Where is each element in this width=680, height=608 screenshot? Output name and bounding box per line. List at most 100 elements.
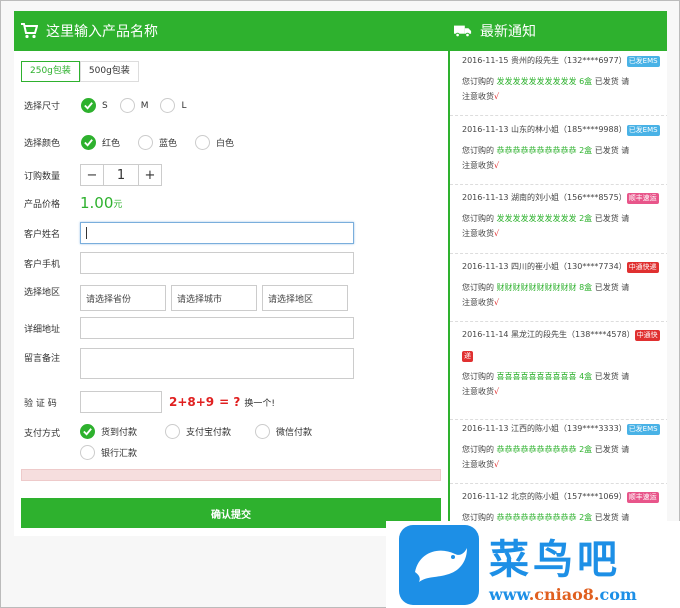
phone-label: 客户手机 (24, 259, 61, 270)
shipping-badge: 顺丰速运 (626, 193, 659, 204)
captcha-refresh-link[interactable]: 换一个! (244, 396, 275, 409)
news-date: 2016-11-13 (462, 424, 509, 433)
note-textarea[interactable] (80, 348, 354, 379)
news-notice: 注意收货 (462, 387, 494, 396)
watermark-logo: 菜鸟吧 www.cniao8.com (386, 521, 680, 608)
news-text: 您订购的 (462, 214, 494, 223)
news-notice: 注意收货 (462, 92, 494, 101)
price-value: 1.00 (80, 194, 114, 212)
divider (450, 483, 667, 484)
shipping-badge-cont: 递 (462, 351, 473, 362)
name-row: 客户姓名 (24, 222, 354, 244)
captcha-input[interactable] (80, 391, 162, 413)
tick-icon: √ (494, 229, 500, 238)
url-part: .cniao8. (528, 584, 600, 604)
product-title: 这里输入产品名称 (46, 24, 158, 40)
news-product: 喜喜喜喜喜喜喜喜喜喜 (496, 372, 577, 381)
tab-250g[interactable]: 250g包装 (21, 61, 80, 82)
news-date: 2016-11-13 (462, 262, 509, 271)
news-item: 2016-11-13 湖南的刘小姐（156****8575） 顺丰速运 您订购的 … (462, 190, 662, 241)
qty-plus-button[interactable]: + (138, 165, 161, 185)
news-item: 2016-11-13 山东的林小姐（185****9988） 已发EMS 您订购的… (462, 122, 662, 173)
name-label: 客户姓名 (24, 229, 61, 240)
shipping-badge: 中通快 (634, 330, 660, 341)
news-status: 已发货 请 (594, 146, 630, 155)
note-row: 留言备注 (24, 348, 354, 379)
size-label: 选择尺寸 (24, 102, 61, 112)
news-date: 2016-11-13 (462, 125, 509, 134)
news-status: 已发货 请 (594, 372, 630, 381)
news-status: 已发货 请 (594, 77, 630, 86)
color-option-blue[interactable]: 蓝色 (138, 135, 177, 150)
news-panel: 最新通知 2016-11-15 贵州的段先生（132****6977） 已发EMS… (448, 11, 667, 536)
news-qty: 6盒 (579, 77, 593, 86)
news-qty: 2盒 (579, 214, 593, 223)
tab-500g[interactable]: 500g包装 (79, 61, 139, 82)
news-product: 发发发发发发发发发发 (496, 77, 577, 86)
region-label: 选择地区 (24, 288, 61, 298)
submit-button[interactable]: 确认提交 (21, 498, 441, 528)
pay-bank[interactable]: 银行汇款 (80, 445, 137, 460)
news-item: 2016-11-13 江西的陈小姐（139****3333） 已发EMS 您订购的… (462, 421, 662, 472)
url-part: www (489, 584, 529, 604)
province-select[interactable]: 请选择省份 (80, 285, 166, 311)
news-notice: 注意收货 (462, 298, 494, 307)
news-date: 2016-11-15 (462, 56, 509, 65)
news-status: 已发货 请 (594, 445, 630, 454)
captcha-label: 验 证 码 (24, 398, 57, 409)
news-text: 您订购的 (462, 372, 494, 381)
color-option-white[interactable]: 白色 (195, 135, 234, 150)
qty-input[interactable]: 1 (104, 165, 138, 185)
address-input[interactable] (80, 317, 354, 339)
pay-alipay[interactable]: 支付宝付款 (165, 424, 231, 439)
captcha-eq: = ? (219, 395, 241, 409)
size-option-s[interactable]: S (81, 98, 108, 113)
size-option-m[interactable]: M (119, 98, 149, 113)
news-text: 您订购的 (462, 146, 494, 155)
news-date: 2016-11-13 (462, 193, 509, 202)
url-part: com (599, 584, 637, 604)
payment-row: 支付方式 货到付款 支付宝付款 微信付款 银行汇款 (24, 424, 340, 460)
cart-icon (20, 22, 38, 40)
tick-icon: √ (494, 92, 500, 101)
news-item: 2016-11-12 北京的陈小姐（157****1069） 顺丰速运 您订购的 … (462, 489, 662, 525)
pay-cod[interactable]: 货到付款 (80, 424, 137, 439)
news-header: 最新通知 (450, 11, 667, 51)
news-date: 2016-11-14 (462, 330, 509, 339)
package-tabs: 250g包装 500g包装 (21, 61, 448, 82)
form-header: 这里输入产品名称 (14, 11, 448, 51)
payment-label: 支付方式 (24, 429, 61, 439)
news-date: 2016-11-12 (462, 492, 509, 501)
size-s-label: S (102, 100, 108, 111)
news-product: 发发发发发发发发发发 (496, 214, 577, 223)
shipping-badge: 已发EMS (626, 424, 660, 435)
city-select[interactable]: 请选择城市 (171, 285, 257, 311)
news-qty: 4盒 (579, 372, 593, 381)
color-option-red[interactable]: 红色 (81, 135, 120, 150)
news-customer: 四川的崔小姐（130****7734） (511, 262, 627, 271)
qty-minus-button[interactable]: − (81, 165, 104, 185)
news-title: 最新通知 (480, 24, 536, 40)
district-select[interactable]: 请选择地区 (262, 285, 348, 311)
news-text: 您订购的 (462, 283, 494, 292)
shipping-badge: 已发EMS (626, 56, 660, 67)
radio-icon (165, 424, 181, 439)
size-m-label: M (140, 100, 149, 111)
news-customer: 贵州的段先生（132****6977） (511, 56, 627, 65)
news-customer: 江西的陈小姐（139****3333） (511, 424, 627, 433)
size-row: 选择尺寸 S M L (24, 98, 199, 113)
pay-wechat[interactable]: 微信付款 (255, 424, 312, 439)
price-unit: 元 (113, 199, 123, 210)
size-option-l[interactable]: L (160, 98, 187, 113)
news-status: 已发货 请 (594, 283, 630, 292)
address-row: 详细地址 (24, 317, 354, 339)
name-input[interactable] (80, 222, 354, 244)
qty-label: 订购数量 (24, 171, 61, 182)
news-text: 您订购的 (462, 445, 494, 454)
pay-alipay-label: 支付宝付款 (186, 428, 232, 438)
news-customer: 山东的林小姐（185****9988） (511, 125, 627, 134)
note-label: 留言备注 (24, 354, 61, 364)
phone-input[interactable] (80, 252, 354, 274)
price-label: 产品价格 (24, 199, 61, 210)
radio-icon (195, 135, 211, 150)
